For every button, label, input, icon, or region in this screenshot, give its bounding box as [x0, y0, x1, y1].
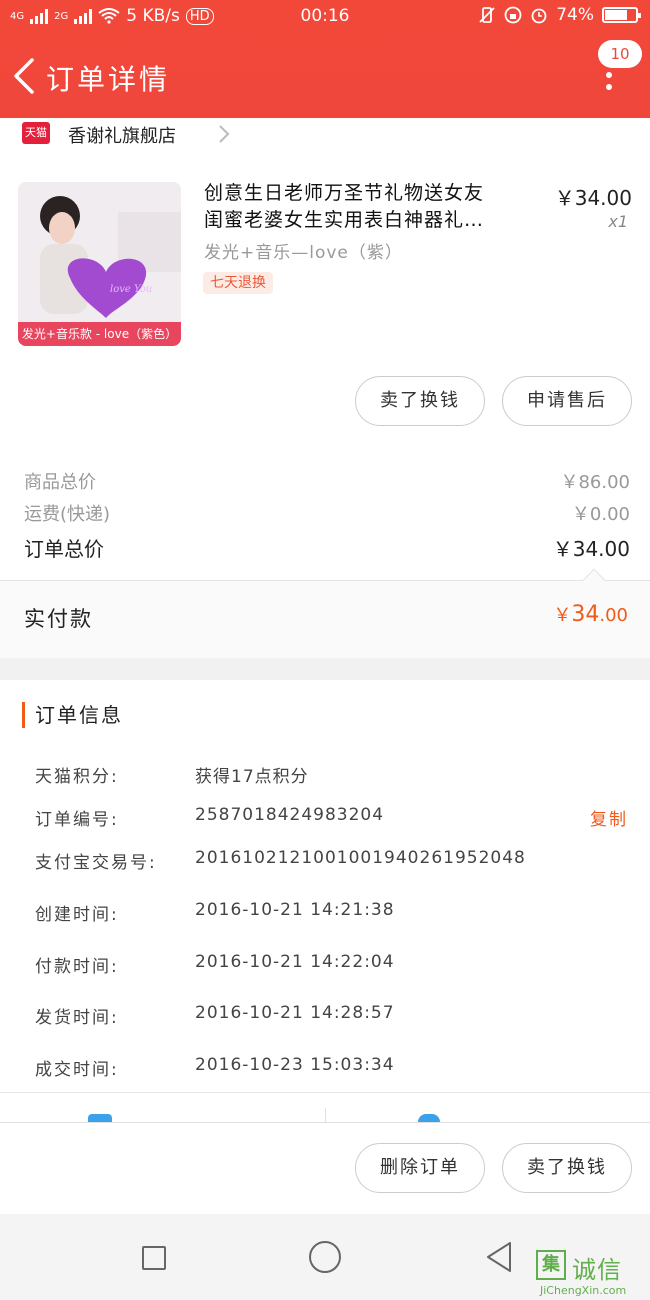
product-image[interactable]: love You 发光+音乐款 - love（紫色） [18, 182, 181, 346]
sell-for-cash-bottom-button[interactable]: 卖了换钱 [502, 1143, 632, 1193]
product-quantity: x1 [608, 212, 628, 231]
battery-percent: 74% [556, 5, 594, 25]
goods-total-label: 商品总价 [24, 472, 96, 493]
heart-text: love You [110, 284, 152, 295]
more-menu-icon[interactable] [606, 72, 612, 96]
tab-separator [325, 1108, 326, 1122]
amount-paid-value: ￥34.00 [553, 602, 628, 627]
return-policy-tag: 七天退换 [203, 272, 273, 294]
product-title[interactable]: 创意生日老师万圣节礼物送女友 闺蜜老婆女生实用表白神器礼… [204, 180, 534, 234]
goods-total-value: ￥86.00 [560, 472, 630, 493]
recent-apps-icon[interactable] [142, 1246, 166, 1270]
tmall-logo-icon: 天猫 [22, 122, 50, 144]
shipping-row: 运费(快递) ￥0.00 [24, 500, 630, 526]
sell-for-cash-button[interactable]: 卖了换钱 [355, 376, 485, 426]
watermark: 集 诚信 JiChengXin.com [532, 1250, 650, 1300]
after-sale-button[interactable]: 申请售后 [502, 376, 632, 426]
goods-total-row: 商品总价 ￥86.00 [24, 468, 630, 494]
page-title: 订单详情 [46, 63, 171, 96]
amount-paid-label: 实付款 [24, 607, 93, 631]
order-total-value: ￥34.00 [552, 537, 630, 561]
order-info-title: 订单信息 [22, 702, 123, 728]
message-count-badge[interactable]: 10 [598, 40, 642, 68]
shop-name: 香谢礼旗舰店 [68, 126, 176, 147]
home-icon[interactable] [309, 1241, 341, 1273]
shipping-value: ￥0.00 [571, 504, 630, 525]
nav-bar: 订单详情 10 [0, 40, 650, 114]
watermark-url: JiChengXin.com [540, 1284, 627, 1297]
shop-row[interactable]: 天猫 香谢礼旗舰店 [0, 118, 650, 150]
notch [582, 568, 606, 592]
app-header: 4G 2G 5 KB/s HD 00:16 74% 订单详情 10 [0, 0, 650, 118]
copy-order-number-button[interactable]: 复制 [590, 805, 628, 830]
product-title-line1: 创意生日老师万圣节礼物送女友 [204, 182, 485, 204]
product-title-line2: 闺蜜老婆女生实用表白神器礼… [204, 209, 485, 231]
vibrate-icon [479, 7, 495, 23]
bottom-action-bar: 删除订单 卖了换钱 [0, 1122, 650, 1214]
section-divider [0, 658, 650, 680]
battery-icon [602, 7, 641, 23]
order-total-row: 订单总价 ￥34.00 [24, 533, 630, 562]
chevron-right-icon [219, 125, 230, 143]
back-icon[interactable] [484, 1240, 514, 1274]
product-image-caption: 发光+音乐款 - love（紫色） [18, 322, 181, 346]
amount-paid-row: 实付款 ￥34.00 [0, 568, 650, 658]
shipping-label: 运费(快递) [24, 504, 111, 525]
back-arrow-icon[interactable] [10, 56, 40, 96]
watermark-logo: 集 [536, 1250, 566, 1280]
product-sku: 发光+音乐—love（紫） [204, 243, 403, 263]
call-seller-icon[interactable] [418, 1114, 440, 1122]
order-total-label: 订单总价 [24, 537, 104, 561]
status-bar: 4G 2G 5 KB/s HD 00:16 74% [0, 0, 650, 34]
delete-order-button[interactable]: 删除订单 [355, 1143, 485, 1193]
product-price: ￥34.00 [554, 186, 632, 210]
lock-rotation-icon [504, 6, 522, 24]
divider-line [0, 1092, 650, 1093]
chat-seller-icon[interactable] [88, 1114, 112, 1122]
alarm-icon [531, 8, 547, 24]
watermark-text: 诚信 [572, 1256, 622, 1284]
